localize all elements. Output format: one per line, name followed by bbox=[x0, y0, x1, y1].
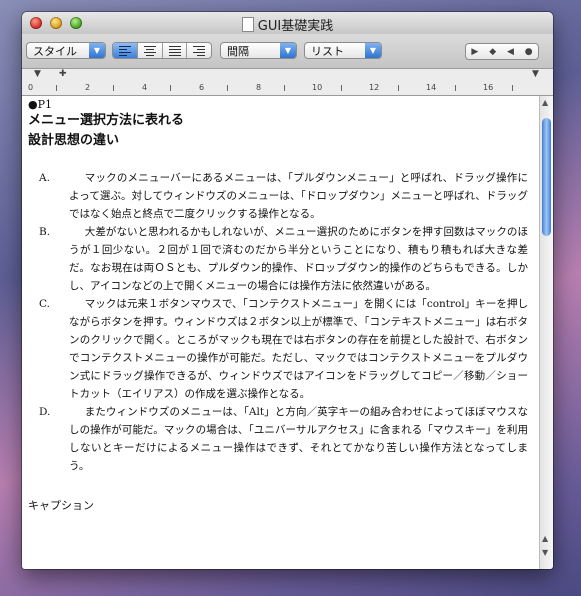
ruler-tick bbox=[56, 85, 57, 91]
right-margin-marker-icon[interactable]: ▼ bbox=[532, 69, 539, 79]
list-item: D. またウィンドウズのメニューは、「Alt」と方向／英字キーの組み合わせによっ… bbox=[28, 403, 528, 475]
chevron-down-icon: ▼ bbox=[89, 43, 105, 58]
list-item: C. マックは元来１ボタンマウスで、「コンテクストメニュー」を開くには「cont… bbox=[28, 295, 528, 403]
indent-marker-icon[interactable]: ▼ bbox=[34, 69, 41, 79]
document-icon bbox=[241, 17, 254, 32]
ruler-tick bbox=[170, 85, 171, 91]
page-marker: ●P1 bbox=[28, 98, 52, 111]
document-body: ●P1 メニュー選択方法に表れる 設計思想の違い A. マックのメニューバーにあ… bbox=[28, 98, 528, 513]
ruler-number: 12 bbox=[369, 83, 380, 92]
ruler-tick bbox=[113, 85, 114, 91]
item-label: D. bbox=[39, 406, 51, 418]
align-justify-icon bbox=[168, 46, 181, 58]
ruler-tick bbox=[398, 85, 399, 91]
item-label: B. bbox=[39, 226, 51, 238]
list-select-label: リスト bbox=[311, 45, 344, 58]
style-select-label: スタイル bbox=[33, 45, 77, 58]
scroll-up-icon[interactable]: ▲ bbox=[542, 98, 548, 107]
tab-stop-controls: ▶ ◆ ◀ ● bbox=[465, 43, 539, 60]
ruler-number: 6 bbox=[199, 83, 205, 92]
heading-line-2: 設計思想の違い bbox=[28, 133, 120, 148]
ruler-tick bbox=[227, 85, 228, 91]
window-title-text: GUI基礎実践 bbox=[257, 19, 334, 34]
list-item: B. 大差がないと思われるかもしれないが、メニュー選択のためにボタンを押す回数は… bbox=[28, 223, 528, 295]
ruler-number: 8 bbox=[256, 83, 262, 92]
style-select[interactable]: スタイル ▼ bbox=[26, 42, 106, 59]
list-item: A. マックのメニューバーにあるメニューは、「プルダウンメニュー」と呼ばれ、ドラ… bbox=[28, 169, 528, 223]
ruler-number: 10 bbox=[312, 83, 323, 92]
align-right-icon bbox=[193, 46, 206, 58]
decimal-tab-icon[interactable]: ● bbox=[525, 47, 533, 57]
tab-stop-icon[interactable]: ✚ bbox=[59, 69, 67, 79]
caption-text: キャプション bbox=[28, 499, 94, 512]
ruler-number: 0 bbox=[28, 83, 34, 92]
align-left-button[interactable] bbox=[113, 43, 138, 58]
ruler-tick bbox=[455, 85, 456, 91]
item-text: マックは元来１ボタンマウスで、「コンテクストメニュー」を開くには「control… bbox=[69, 298, 528, 400]
align-right-button[interactable] bbox=[187, 43, 211, 58]
ruler-tick bbox=[512, 85, 513, 91]
ruler-number: 14 bbox=[426, 83, 437, 92]
title-bar[interactable]: GUI基礎実践 bbox=[22, 12, 553, 34]
item-text: 大差がないと思われるかもしれないが、メニュー選択のためにボタンを押す回数はマック… bbox=[69, 226, 528, 292]
alignment-control bbox=[112, 42, 212, 59]
vertical-scrollbar[interactable]: ▲ ▲ ▼ bbox=[539, 96, 553, 569]
item-text: またウィンドウズのメニューは、「Alt」と方向／英字キーの組み合わせによってほぼ… bbox=[69, 406, 528, 472]
format-toolbar: スタイル ▼ 間隔 ▼ リスト ▼ ▶ ◆ ◀ ● bbox=[22, 34, 553, 69]
center-tab-icon[interactable]: ◆ bbox=[489, 47, 496, 57]
spacing-select[interactable]: 間隔 ▼ bbox=[220, 42, 297, 59]
spacing-select-label: 間隔 bbox=[227, 45, 249, 58]
align-center-icon bbox=[143, 46, 156, 58]
ruler-number: 2 bbox=[85, 83, 91, 92]
item-list: A. マックのメニューバーにあるメニューは、「プルダウンメニュー」と呼ばれ、ドラ… bbox=[28, 169, 528, 475]
heading-line-1: メニュー選択方法に表れる bbox=[28, 113, 185, 128]
ruler[interactable]: ▼ ✚ ▼ 0 2 4 6 8 10 12 14 16 bbox=[22, 69, 553, 96]
ruler-number: 4 bbox=[142, 83, 148, 92]
text-area[interactable]: ●P1 メニュー選択方法に表れる 設計思想の違い A. マックのメニューバーにあ… bbox=[22, 96, 540, 569]
window-title: GUI基礎実践 bbox=[22, 15, 553, 34]
right-tab-icon[interactable]: ▶ bbox=[471, 47, 478, 57]
scroll-thumb[interactable] bbox=[542, 118, 551, 236]
left-tab-icon[interactable]: ◀ bbox=[507, 47, 514, 57]
chevron-down-icon: ▼ bbox=[280, 43, 296, 58]
ruler-number: 16 bbox=[483, 83, 494, 92]
ruler-tick bbox=[284, 85, 285, 91]
chevron-down-icon: ▼ bbox=[365, 43, 381, 58]
align-left-icon bbox=[119, 46, 131, 58]
item-label: A. bbox=[39, 172, 50, 184]
list-select[interactable]: リスト ▼ bbox=[304, 42, 382, 59]
align-center-button[interactable] bbox=[138, 43, 163, 58]
align-justify-button[interactable] bbox=[163, 43, 188, 58]
item-text: マックのメニューバーにあるメニューは、「プルダウンメニュー」と呼ばれ、ドラッグ操… bbox=[69, 172, 528, 220]
app-window: GUI基礎実践 スタイル ▼ 間隔 ▼ リスト ▼ ▶ ◆ ◀ ● ▼ ✚ ▼ … bbox=[22, 12, 553, 569]
scroll-down-icon[interactable]: ▼ bbox=[542, 548, 548, 557]
scroll-up-icon[interactable]: ▲ bbox=[542, 534, 548, 543]
item-label: C. bbox=[39, 298, 50, 310]
ruler-tick bbox=[341, 85, 342, 91]
